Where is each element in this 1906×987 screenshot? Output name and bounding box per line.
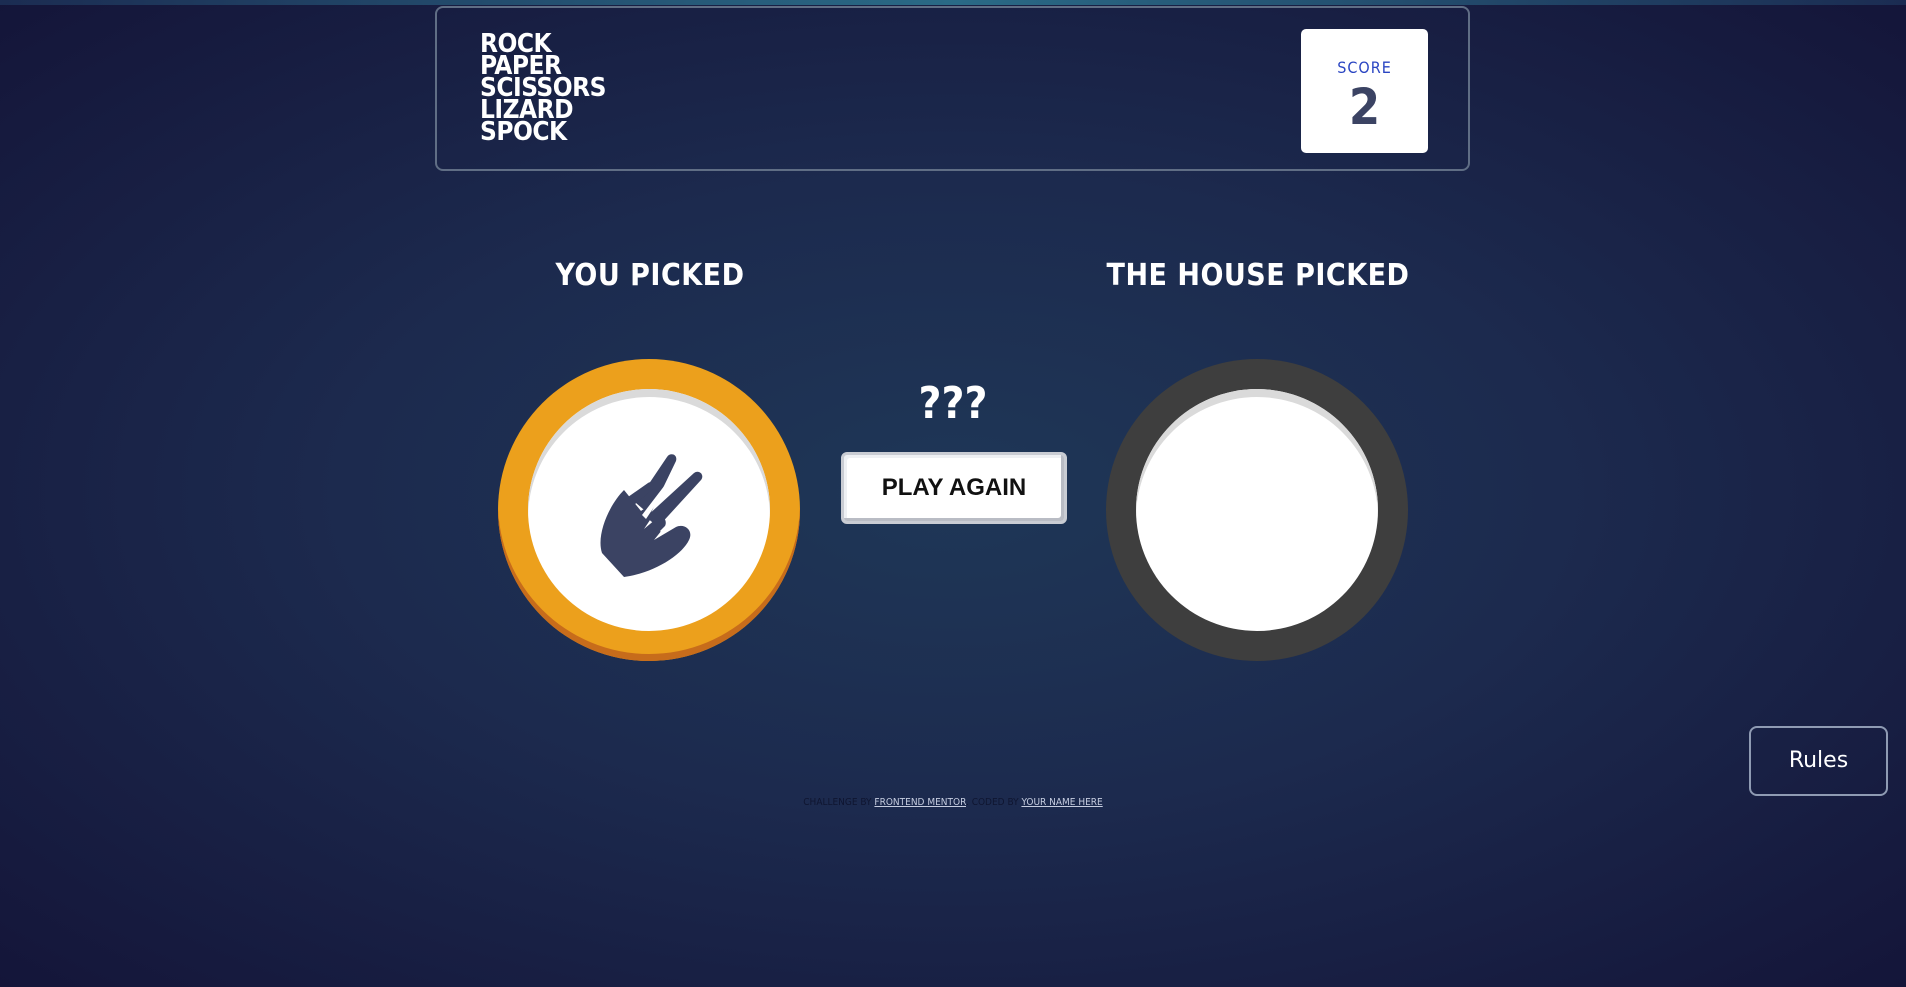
scissors-icon	[600, 454, 703, 577]
author-link[interactable]: YOUR NAME HERE	[1021, 797, 1102, 808]
logo-word-spock: SPOCK	[480, 117, 567, 147]
top-accent-line	[0, 0, 1906, 5]
play-again-button[interactable]: PLAY AGAIN	[841, 452, 1067, 524]
house-choice-inner	[1136, 389, 1378, 631]
score-box: SCORE 2	[1301, 29, 1428, 153]
result-text: ???	[918, 378, 988, 429]
attribution-challenge-prefix: CHALLENGE BY	[803, 797, 872, 808]
rules-button[interactable]: Rules	[1749, 726, 1888, 796]
score-label: SCORE	[1337, 58, 1392, 77]
attribution: CHALLENGE BY FRONTEND MENTOR. CODED BY Y…	[0, 797, 1906, 808]
player-choice-inner	[528, 389, 770, 631]
player-choice-token	[498, 359, 800, 661]
attribution-coded-prefix: . CODED BY	[965, 797, 1019, 808]
house-choice-token	[1106, 359, 1408, 661]
frontend-mentor-link[interactable]: FRONTEND MENTOR	[874, 797, 966, 808]
game-logo: ROCK PAPER SCISSORS LIZARD SPOCK	[480, 31, 606, 147]
house-picked-heading: THE HOUSE PICKED	[1106, 258, 1410, 293]
header: ROCK PAPER SCISSORS LIZARD SPOCK SCORE 2	[435, 6, 1470, 171]
you-picked-heading: YOU PICKED	[555, 258, 745, 293]
score-value: 2	[1348, 78, 1381, 136]
